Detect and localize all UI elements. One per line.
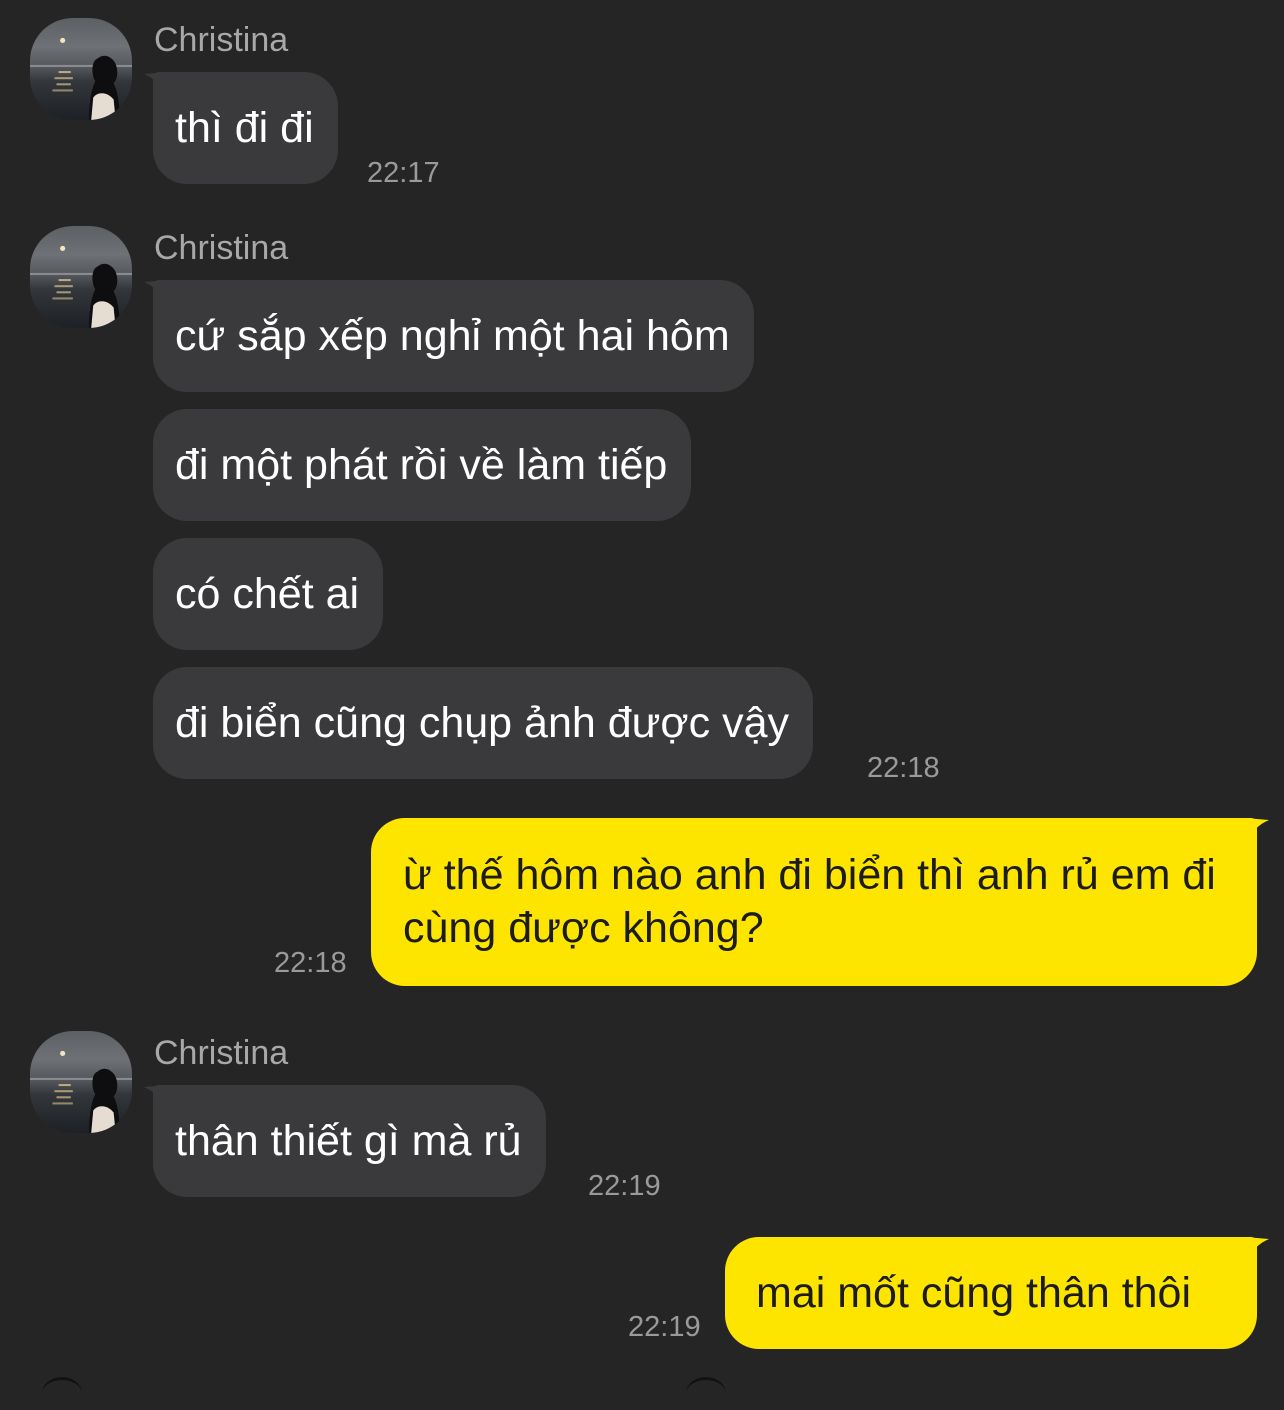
message-bubble[interactable]: đi một phát rồi về làm tiếp [153,409,692,521]
next-avatar-edge [42,1377,82,1410]
beach-photo-icon [30,1050,132,1133]
next-item-edge [686,1377,726,1410]
message-bubble[interactable]: có chết ai [153,538,384,650]
message-timestamp: 22:19 [628,1311,701,1343]
message-timestamp: 22:18 [274,947,347,979]
message-timestamp: 22:18 [867,752,940,784]
sender-name: Christina [154,1034,289,1072]
bubble-tail [1245,1237,1269,1263]
sender-name: Christina [154,229,289,267]
beach-photo-icon [30,245,132,328]
outgoing-message-bubble[interactable]: mai mốt cũng thân thôi [725,1237,1257,1349]
message-bubble[interactable]: thân thiết gì mà rủ [153,1085,546,1197]
contact-avatar[interactable] [30,1031,132,1133]
contact-avatar[interactable] [30,18,132,120]
message-timestamp: 22:19 [588,1170,661,1202]
beach-photo-icon [30,37,132,120]
message-bubble[interactable]: cứ sắp xếp nghỉ một hai hôm [153,280,754,392]
message-timestamp: 22:17 [367,157,440,189]
contact-avatar[interactable] [30,226,132,328]
outgoing-message-bubble[interactable]: ừ thế hôm nào anh đi biển thì anh rủ em … [371,818,1257,986]
sender-name: Christina [154,21,289,59]
bubble-tail [1245,818,1269,844]
message-bubble[interactable]: đi biển cũng chụp ảnh được vậy [153,667,813,779]
message-bubble[interactable]: thì đi đi [153,72,338,184]
